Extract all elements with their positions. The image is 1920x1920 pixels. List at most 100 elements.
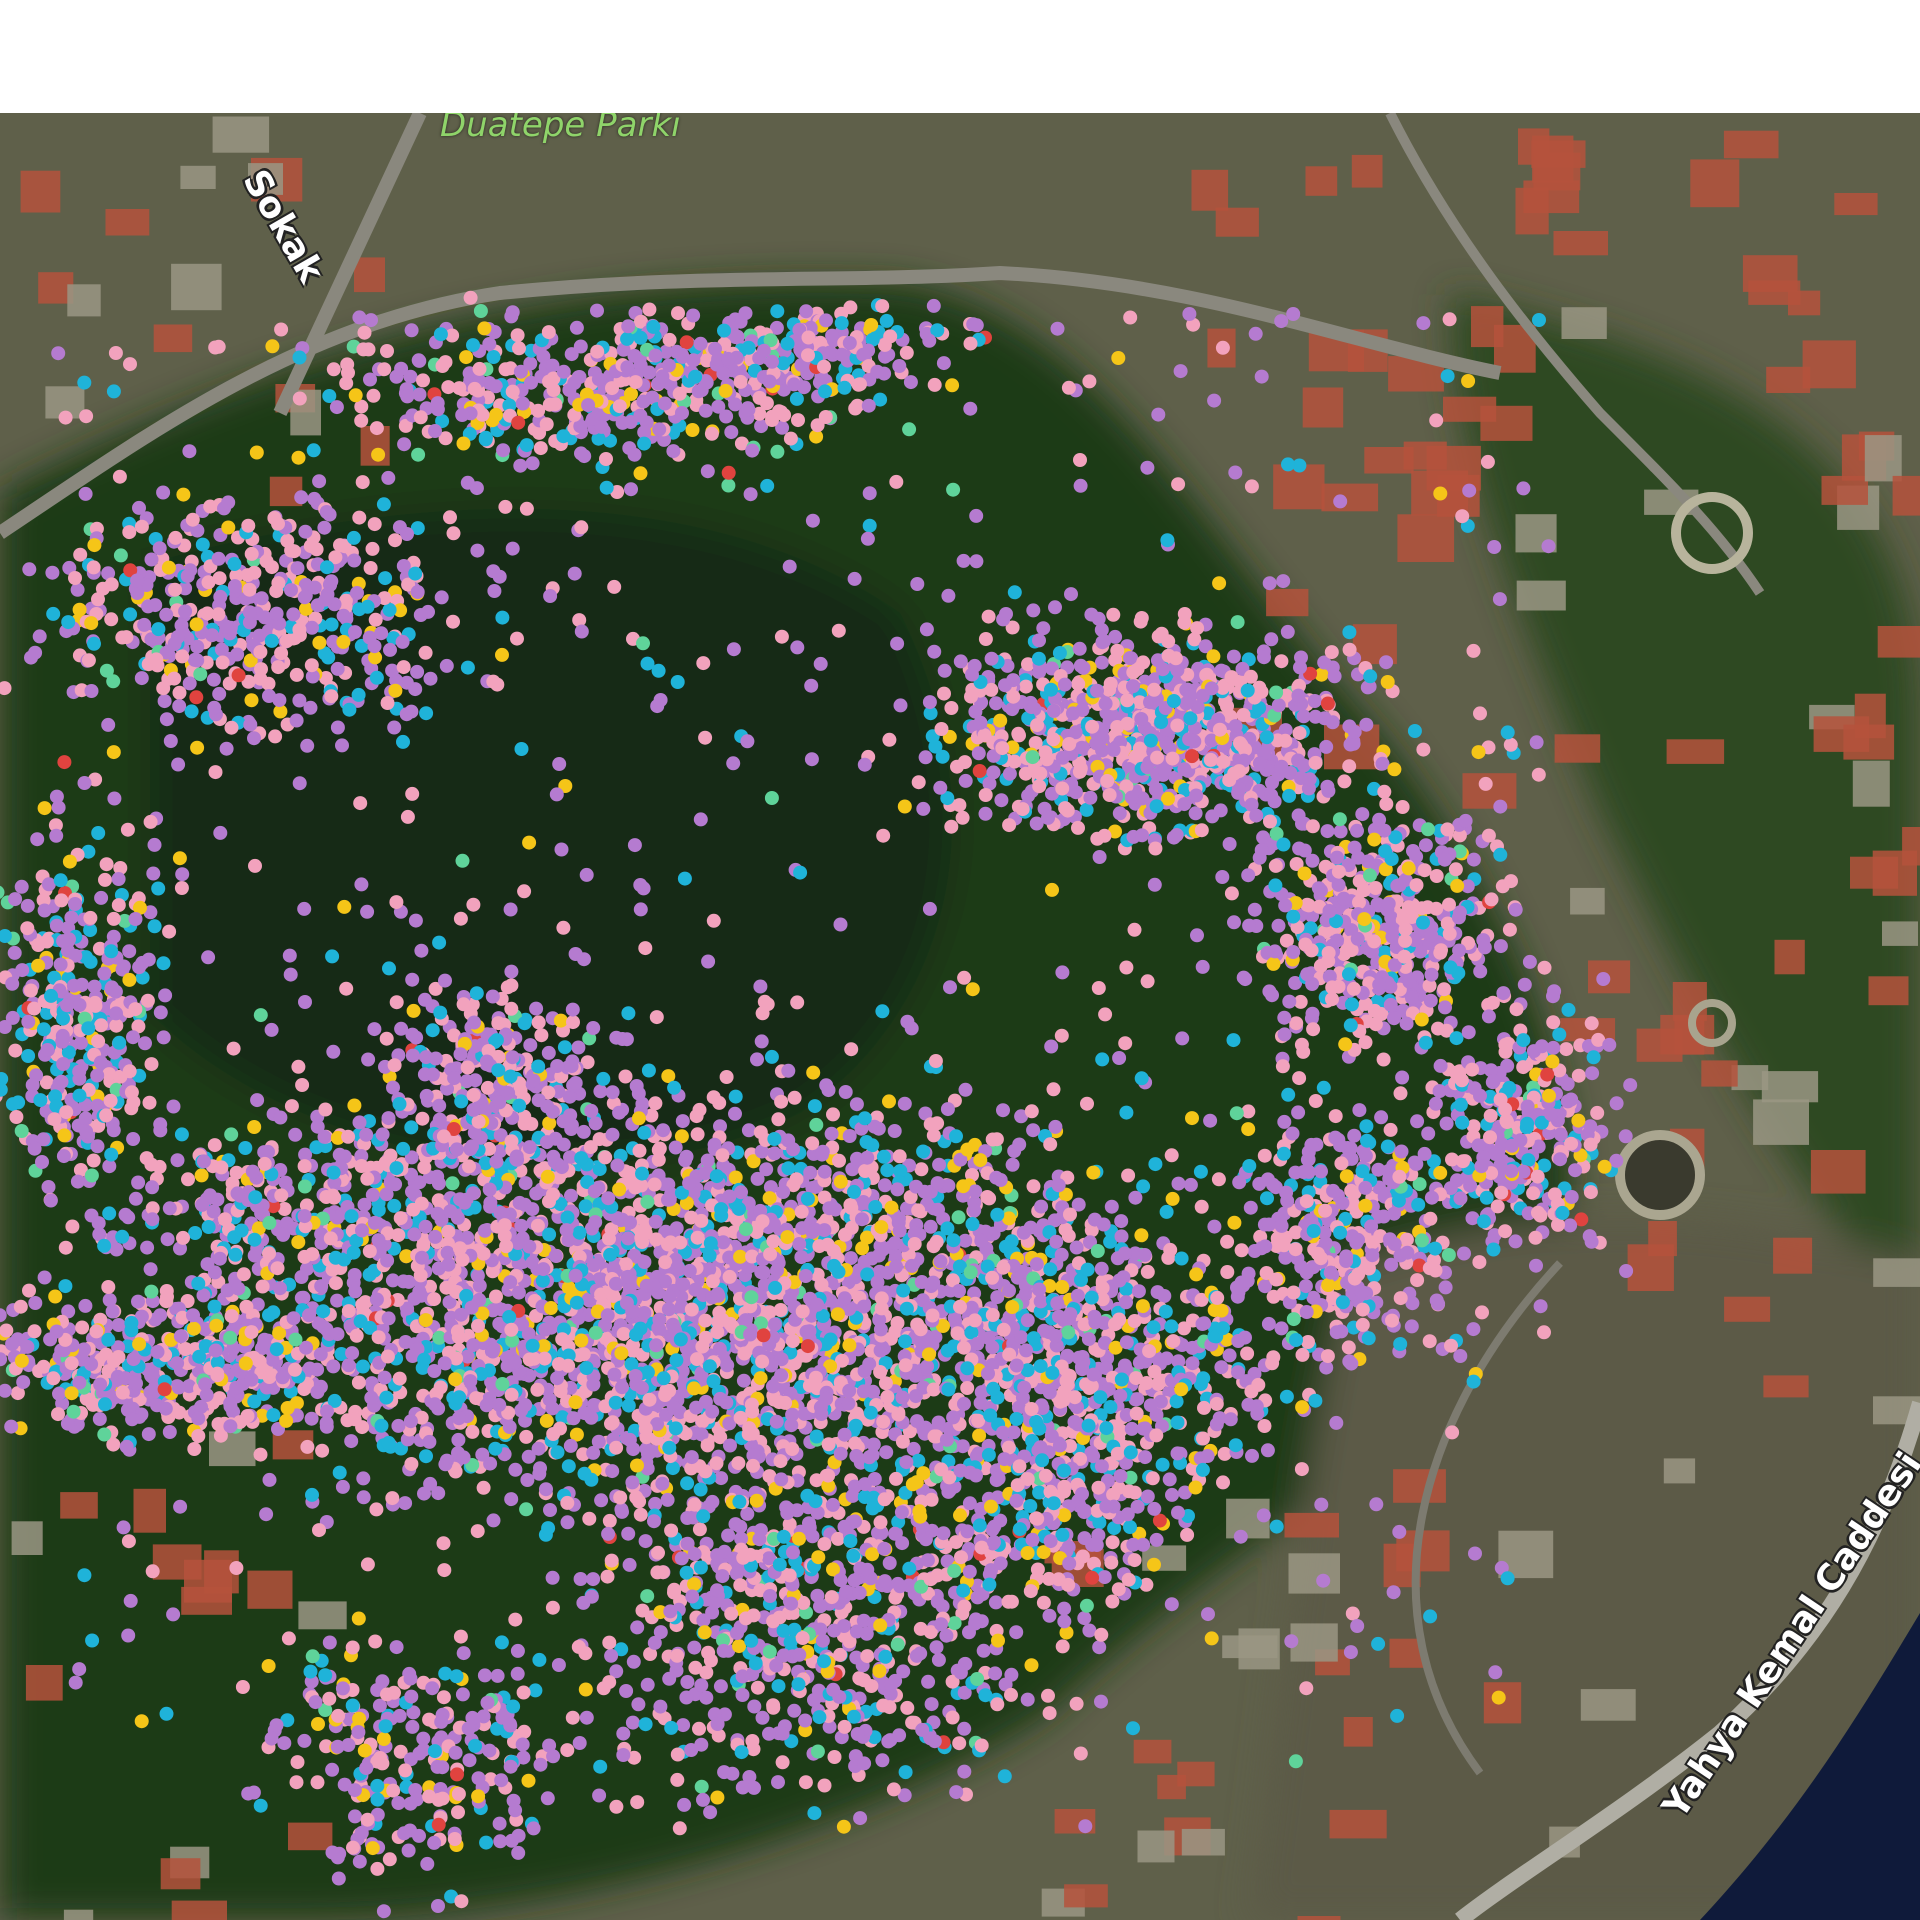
data-point [930, 1176, 945, 1191]
data-point [614, 1346, 629, 1361]
building [1222, 1635, 1278, 1659]
data-point [374, 1418, 389, 1433]
data-point [662, 1289, 677, 1304]
data-point [977, 728, 992, 743]
data-point [1546, 1015, 1561, 1030]
data-point [741, 1123, 756, 1138]
data-point [561, 1459, 576, 1474]
data-point [916, 1144, 931, 1159]
data-point [1359, 717, 1374, 732]
data-point [978, 632, 993, 646]
data-point [714, 1471, 729, 1486]
data-point [1597, 1159, 1612, 1174]
data-point [170, 1356, 185, 1371]
data-point [1126, 679, 1140, 694]
data-point [1350, 823, 1364, 838]
data-point [623, 1215, 637, 1230]
data-point [1440, 822, 1455, 837]
data-point [563, 1438, 578, 1453]
map-canvas[interactable] [0, 113, 1920, 1920]
data-point [1571, 1068, 1586, 1083]
data-point [568, 1395, 583, 1410]
data-point [1402, 974, 1417, 989]
data-point [1465, 1062, 1480, 1077]
data-point [735, 1688, 750, 1702]
data-point [714, 1202, 729, 1217]
data-point [1155, 662, 1170, 677]
building [1393, 1469, 1446, 1503]
data-point [1537, 960, 1552, 975]
data-point [1215, 870, 1230, 884]
data-point [304, 1411, 319, 1426]
building [1852, 760, 1890, 807]
data-point [652, 1312, 667, 1327]
data-point [1012, 1137, 1027, 1152]
data-point [1041, 1688, 1055, 1703]
data-point [586, 1377, 601, 1392]
building [1753, 1099, 1809, 1145]
data-point [1417, 863, 1432, 878]
data-point [1583, 1119, 1598, 1134]
data-point [75, 1320, 90, 1335]
data-point [618, 1257, 633, 1272]
data-point [800, 1191, 815, 1206]
building [1821, 475, 1868, 505]
data-point [1443, 960, 1458, 975]
data-point [1098, 696, 1113, 711]
data-point [833, 1174, 848, 1189]
data-point [479, 1398, 494, 1413]
data-point [1148, 782, 1163, 797]
data-point [882, 732, 897, 747]
data-point [1355, 807, 1370, 822]
data-point [1159, 736, 1174, 751]
data-point [1136, 655, 1151, 670]
data-point [143, 1385, 158, 1400]
data-point [785, 1334, 800, 1349]
satellite-map[interactable]: Duatepe Parkı Sokak Yahya Kemal Caddesi [0, 113, 1920, 1920]
data-point [984, 651, 999, 666]
data-point [759, 1162, 774, 1177]
building [1533, 152, 1581, 191]
data-point [1090, 831, 1105, 846]
data-point [1036, 621, 1051, 636]
data-point [876, 1149, 891, 1164]
data-point [1409, 878, 1424, 893]
data-point [385, 1491, 400, 1506]
data-point [995, 741, 1010, 756]
data-point [1623, 1078, 1638, 1093]
data-point [1377, 784, 1392, 799]
building [1627, 1244, 1674, 1291]
data-point [670, 1260, 685, 1275]
data-point [843, 1251, 858, 1266]
data-point [1177, 762, 1192, 777]
data-point [1498, 1102, 1513, 1117]
data-point [414, 1288, 429, 1303]
data-point [97, 1427, 112, 1442]
data-point [1165, 1191, 1180, 1206]
data-point [4, 1419, 19, 1434]
data-point [1421, 822, 1435, 837]
building [1788, 290, 1821, 316]
building [1701, 1060, 1738, 1087]
data-point [1520, 1099, 1535, 1114]
data-point [1392, 878, 1407, 893]
data-point [1018, 679, 1033, 694]
data-point [809, 1117, 824, 1132]
data-point [799, 1324, 814, 1339]
data-point [315, 1443, 330, 1458]
data-point [853, 1811, 868, 1826]
data-point [1405, 990, 1419, 1005]
data-point [921, 1674, 936, 1689]
data-point [719, 1395, 734, 1410]
building [20, 170, 61, 213]
data-point [1305, 853, 1320, 868]
data-point [733, 1249, 748, 1264]
data-point [586, 1258, 601, 1273]
data-point [1504, 874, 1518, 889]
data-point [157, 1382, 172, 1397]
data-point [968, 1184, 983, 1199]
data-point [1336, 891, 1351, 906]
data-point [1321, 946, 1336, 960]
data-point [786, 1545, 800, 1560]
data-point [755, 1354, 770, 1369]
